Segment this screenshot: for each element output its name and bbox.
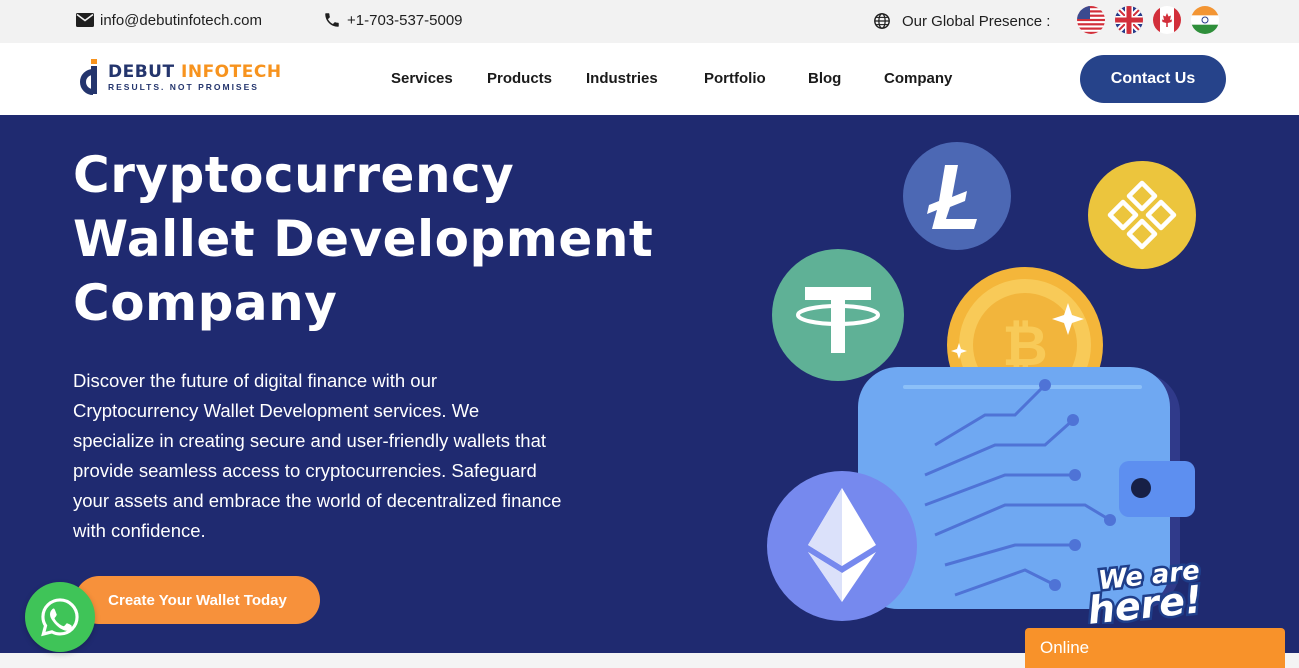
email-link[interactable]: info@debutinfotech.com <box>75 10 262 30</box>
live-chat-tab[interactable]: Online <box>1025 628 1285 668</box>
create-wallet-button[interactable]: Create Your Wallet Today <box>75 576 320 624</box>
contact-us-button[interactable]: Contact Us <box>1080 55 1226 103</box>
hero-title: Cryptocurrency Wallet Development Compan… <box>73 143 673 335</box>
litecoin-icon <box>903 142 1011 250</box>
global-presence-label: Our Global Presence : <box>902 12 1051 30</box>
nav-company[interactable]: Company <box>884 70 952 87</box>
global-presence: Our Global Presence : <box>872 11 1050 31</box>
phone-icon <box>322 10 342 30</box>
tether-icon <box>772 249 904 381</box>
binance-icon <box>1088 161 1196 269</box>
india-flag-icon[interactable] <box>1191 6 1219 34</box>
flag-list <box>1077 6 1219 34</box>
nav-portfolio[interactable]: Portfolio <box>704 70 766 87</box>
globe-icon <box>872 11 892 31</box>
whatsapp-button[interactable] <box>25 582 95 652</box>
us-flag-icon[interactable] <box>1077 6 1105 34</box>
top-bar: info@debutinfotech.com +1-703-537-5009 O… <box>0 0 1299 43</box>
hero-title-line-2: Wallet Development <box>73 210 654 268</box>
logo-word-infotech: INFOTECH <box>181 62 282 83</box>
nav-blog[interactable]: Blog <box>808 70 841 87</box>
logo[interactable]: DEBUT INFOTECH RESULTS. NOT PROMISES <box>73 57 282 99</box>
ethereum-icon <box>767 471 917 621</box>
phone-link[interactable]: +1-703-537-5009 <box>322 10 463 30</box>
logo-tagline: RESULTS. NOT PROMISES <box>108 82 259 93</box>
chat-bubble[interactable]: We are here! <box>1075 556 1225 624</box>
hero-title-line-3: Company <box>73 274 338 332</box>
hero-title-line-1: Cryptocurrency <box>73 146 515 204</box>
nav-services[interactable]: Services <box>391 70 453 87</box>
whatsapp-icon <box>41 598 79 637</box>
main-header: DEBUT INFOTECH RESULTS. NOT PROMISES Ser… <box>0 43 1299 115</box>
logo-icon <box>80 59 97 95</box>
canada-flag-icon[interactable] <box>1153 6 1181 34</box>
nav-industries[interactable]: Industries <box>586 70 658 87</box>
hero-description: Discover the future of digital finance w… <box>73 370 562 541</box>
phone-text[interactable]: +1-703-537-5009 <box>347 12 463 29</box>
logo-word-debut: DEBUT <box>108 62 175 83</box>
email-text[interactable]: info@debutinfotech.com <box>100 12 262 29</box>
mail-icon <box>75 10 95 30</box>
nav-products[interactable]: Products <box>487 70 552 87</box>
uk-flag-icon[interactable] <box>1115 6 1143 34</box>
chat-status-label: Online <box>1040 638 1090 657</box>
